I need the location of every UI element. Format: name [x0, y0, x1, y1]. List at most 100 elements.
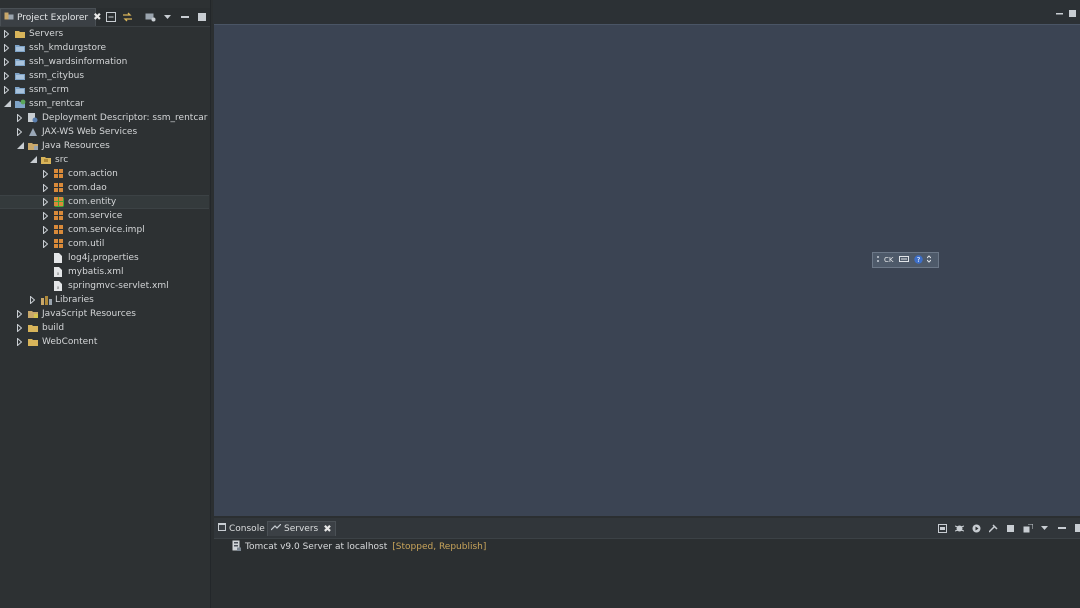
tree-item[interactable]: com.action [0, 167, 209, 181]
maximize-icon[interactable] [195, 11, 208, 24]
input-method-bar[interactable]: CK ? [872, 252, 939, 268]
minimize-icon[interactable] [1056, 10, 1063, 20]
expanded-arrow-icon[interactable] [4, 97, 12, 111]
new-server-icon[interactable] [936, 522, 949, 535]
tree-item[interactable]: JAX-WS Web Services [0, 125, 209, 139]
collapse-all-icon[interactable] [104, 11, 117, 24]
package-icon [54, 197, 64, 207]
expanded-arrow-icon[interactable] [30, 153, 38, 167]
tree-item[interactable]: Libraries [0, 293, 209, 307]
tree-item[interactable]: log4j.properties [0, 251, 209, 265]
collapsed-arrow-icon[interactable] [17, 335, 25, 349]
tree-item[interactable]: src [0, 153, 209, 167]
focus-on-active-task-icon[interactable] [144, 11, 157, 24]
view-menu-chevron-down-icon[interactable] [161, 11, 174, 24]
collapsed-arrow-icon[interactable] [4, 41, 12, 55]
tab-project-explorer-label: Project Explorer [17, 12, 89, 23]
input-language[interactable]: CK [884, 256, 893, 264]
tab-servers-label: Servers [284, 524, 319, 534]
editor-window-controls [1050, 10, 1076, 20]
libraries-icon [41, 295, 52, 305]
folder-icon [28, 323, 38, 333]
tab-project-explorer[interactable]: Project Explorer ✖ [0, 8, 102, 26]
project-tree: Servers ssh_kmdurgstore ssh_wardsinformati… [0, 27, 209, 349]
collapsed-arrow-icon[interactable] [43, 167, 51, 181]
tree-item[interactable]: com.entity [0, 195, 209, 209]
collapsed-arrow-icon[interactable] [17, 111, 25, 125]
close-icon[interactable]: ✖ [323, 524, 331, 535]
tree-item-label: com.entity [68, 197, 117, 207]
collapsed-arrow-icon[interactable] [17, 125, 25, 139]
collapsed-arrow-icon[interactable] [4, 55, 12, 69]
tree-item[interactable]: x mybatis.xml [0, 265, 209, 279]
tree-item[interactable]: Java Resources [0, 139, 209, 153]
tree-item-label: mybatis.xml [68, 267, 124, 277]
collapsed-arrow-icon[interactable] [43, 223, 51, 237]
collapsed-arrow-icon[interactable] [30, 293, 38, 307]
collapsed-arrow-icon[interactable] [17, 321, 25, 335]
maximize-icon[interactable] [1069, 10, 1076, 20]
collapsed-arrow-icon[interactable] [17, 307, 25, 321]
tree-item[interactable]: x springmvc-servlet.xml [0, 279, 209, 293]
project-icon [15, 43, 25, 53]
tab-console[interactable]: Console [218, 521, 265, 536]
tree-item[interactable]: ssm_crm [0, 83, 209, 97]
file-icon [54, 253, 64, 263]
expanded-arrow-icon[interactable] [17, 139, 25, 153]
tree-item[interactable]: ssm_rentcar [0, 97, 209, 111]
tree-item[interactable]: Servers [0, 27, 209, 41]
tree-item[interactable]: ssh_wardsinformation [0, 55, 209, 69]
tree-item[interactable]: com.service [0, 209, 209, 223]
tab-console-label: Console [229, 523, 265, 534]
profile-server-icon[interactable] [987, 522, 1000, 535]
tree-item-label: com.dao [68, 183, 107, 193]
maximize-icon[interactable] [1072, 522, 1080, 535]
folder-icon [28, 337, 38, 347]
tree-item-label: build [42, 323, 65, 333]
minimize-icon[interactable] [1055, 522, 1068, 535]
start-server-icon[interactable] [970, 522, 983, 535]
collapsed-arrow-icon[interactable] [43, 209, 51, 223]
help-icon[interactable]: ? [914, 254, 924, 266]
tree-item[interactable]: Deployment Descriptor: ssm_rentcar [0, 111, 209, 125]
view-menu-chevron-down-icon[interactable] [1038, 522, 1051, 535]
stop-server-icon[interactable] [1004, 522, 1017, 535]
link-with-editor-icon[interactable] [121, 11, 134, 24]
package-icon [54, 239, 64, 249]
collapsed-arrow-icon[interactable] [43, 195, 51, 209]
tree-item-label: com.util [68, 239, 105, 249]
collapsed-arrow-icon[interactable] [4, 83, 12, 97]
collapsed-arrow-icon[interactable] [4, 27, 12, 41]
collapsed-arrow-icon[interactable] [4, 69, 12, 83]
tree-item[interactable]: com.service.impl [0, 223, 209, 237]
tree-item-label: ssm_crm [29, 85, 69, 95]
tree-item[interactable]: ssh_kmdurgstore [0, 41, 209, 55]
server-entry[interactable]: Tomcat v9.0 Server at localhost [Stopped… [232, 540, 486, 554]
editor-area[interactable] [214, 25, 1080, 516]
tree-item[interactable]: JavaScript Resources [0, 307, 209, 321]
tree-item-label: ssm_citybus [29, 71, 85, 81]
publish-icon[interactable] [1021, 522, 1034, 535]
tree-item[interactable]: com.util [0, 237, 209, 251]
xml-file-icon: x [54, 267, 64, 277]
collapsed-arrow-icon[interactable] [43, 181, 51, 195]
tab-servers[interactable]: Servers ✖ [267, 521, 336, 536]
server-name: Tomcat v9.0 Server at localhost [245, 542, 388, 552]
minimize-icon[interactable] [178, 11, 191, 24]
grip-icon[interactable] [876, 255, 880, 265]
tree-item[interactable]: com.dao [0, 181, 209, 195]
svg-text:?: ? [917, 256, 921, 264]
tree-item[interactable]: WebContent [0, 335, 209, 349]
close-icon[interactable]: ✖ [93, 12, 101, 23]
keyboard-icon[interactable] [899, 256, 910, 264]
package-icon [54, 169, 64, 179]
debug-server-icon[interactable] [953, 522, 966, 535]
collapsed-arrow-icon[interactable] [43, 237, 51, 251]
tree-item[interactable]: ssm_citybus [0, 69, 209, 83]
tree-item[interactable]: build [0, 321, 209, 335]
server-state: [Stopped, Republish] [392, 542, 487, 552]
deployment-descriptor-icon [28, 113, 38, 123]
folder-icon [15, 29, 25, 39]
tree-item-label: com.action [68, 169, 118, 179]
options-chevron-icon[interactable] [927, 255, 932, 265]
